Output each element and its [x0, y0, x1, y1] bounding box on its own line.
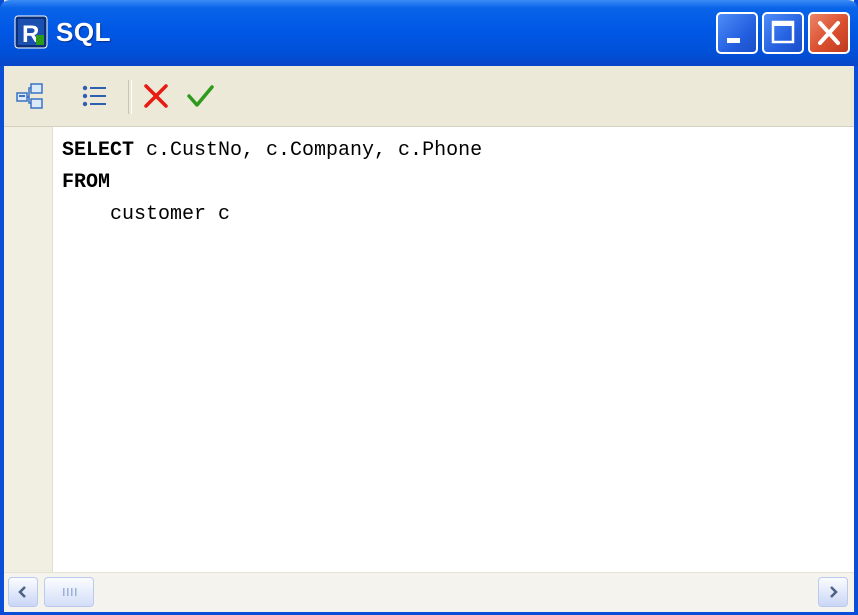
code-line: customer c	[62, 199, 482, 231]
cancel-button[interactable]	[138, 78, 174, 114]
title-bar[interactable]: R SQL	[0, 0, 858, 66]
ok-check-icon	[187, 85, 214, 107]
params-list-button[interactable]	[76, 78, 112, 114]
query-builder-button[interactable]	[12, 78, 48, 114]
scroll-left-arrow-icon	[18, 586, 26, 598]
maximize-button[interactable]	[762, 12, 804, 54]
toolbar-separator	[128, 80, 132, 114]
scroll-right-arrow-icon	[830, 586, 838, 598]
sql-keyword: FROM	[62, 171, 111, 194]
sql-code[interactable]: SELECT c.CustNo, c.Company, c.Phone FROM …	[62, 135, 482, 231]
sql-toolbar	[4, 66, 854, 127]
ok-button[interactable]	[182, 78, 218, 114]
cancel-icon	[144, 84, 168, 108]
window-title: SQL	[56, 17, 111, 47]
scroll-thumb[interactable]	[44, 577, 94, 607]
close-button[interactable]	[808, 12, 850, 54]
sql-window: R SQL SELECT c.CustNo, c.Company, c.Phon…	[0, 0, 858, 615]
scroll-right-button[interactable]	[818, 577, 848, 607]
scroll-left-button[interactable]	[8, 577, 38, 607]
query-builder-icon	[16, 83, 43, 109]
minimize-button[interactable]	[716, 12, 758, 54]
horizontal-scrollbar[interactable]	[4, 572, 854, 612]
maximize-icon	[771, 20, 795, 44]
params-list-icon	[82, 85, 106, 107]
scroll-thumb-grip-icon	[63, 588, 77, 596]
sql-text: customer c	[62, 203, 231, 226]
sql-keyword: SELECT	[62, 139, 135, 162]
sql-editor[interactable]: SELECT c.CustNo, c.Company, c.Phone FROM …	[4, 127, 854, 572]
sql-text: c.CustNo, c.Company, c.Phone	[134, 139, 483, 162]
fastreport-app-icon[interactable]: R	[14, 15, 48, 49]
editor-gutter	[4, 127, 53, 572]
minimize-icon	[727, 38, 740, 43]
code-line: FROM	[62, 167, 482, 199]
code-line: SELECT c.CustNo, c.Company, c.Phone	[62, 135, 482, 167]
close-icon	[818, 21, 840, 45]
